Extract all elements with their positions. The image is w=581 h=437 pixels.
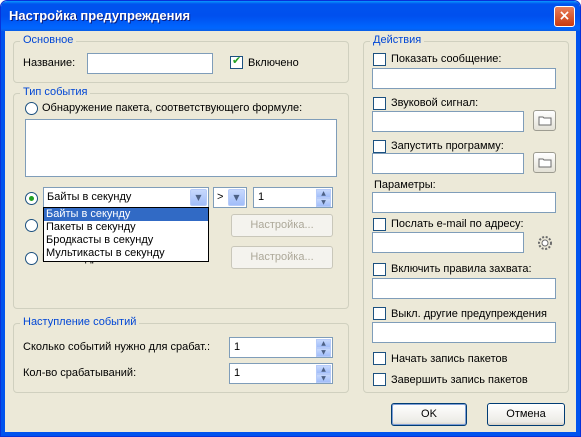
occurrence-group-title: Наступление событий bbox=[20, 316, 140, 328]
cancel-button[interactable]: Отмена bbox=[487, 403, 565, 426]
enable-capture-label: Включить правила захвата: bbox=[391, 263, 532, 275]
disable-alerts-checkbox[interactable] bbox=[373, 307, 386, 320]
spin-up-icon[interactable]: ▲ bbox=[316, 189, 331, 198]
threshold-spinner[interactable]: 1 ▲ ▼ bbox=[253, 187, 333, 208]
new-address-radio[interactable] bbox=[25, 252, 38, 265]
show-message-label: Показать сообщение: bbox=[391, 53, 502, 65]
spin-up-icon[interactable]: ▲ bbox=[316, 339, 331, 348]
event-type-group-title: Тип события bbox=[20, 86, 91, 98]
spin-down-icon[interactable]: ▼ bbox=[316, 348, 331, 357]
window-border-bottom bbox=[1, 432, 580, 436]
title-bar[interactable]: Настройка предупреждения × bbox=[1, 1, 580, 31]
operator-combo[interactable]: > ▼ bbox=[213, 187, 247, 208]
threshold-value: 1 bbox=[258, 191, 265, 203]
sound-browse-button[interactable] bbox=[533, 110, 556, 131]
start-capture-label: Начать запись пакетов bbox=[391, 353, 508, 365]
rate-radio[interactable] bbox=[25, 192, 38, 205]
chevron-down-icon[interactable]: ▼ bbox=[190, 189, 207, 206]
ok-button[interactable]: OK bbox=[391, 403, 467, 426]
run-program-label: Запустить программу: bbox=[391, 140, 504, 152]
chevron-down-icon[interactable]: ▼ bbox=[228, 189, 245, 206]
rate-type-value: Байты в секунду bbox=[47, 191, 132, 203]
window-title: Настройка предупреждения bbox=[9, 8, 191, 23]
name-input[interactable] bbox=[87, 53, 213, 74]
basic-group-title: Основное bbox=[20, 34, 77, 46]
show-message-input[interactable] bbox=[372, 68, 556, 89]
folder-icon bbox=[538, 116, 551, 126]
email-input[interactable] bbox=[372, 232, 524, 253]
rate-type-combo[interactable]: Байты в секунду ▼ bbox=[43, 187, 209, 208]
formula-radio-label: Обнаружение пакета, соответствующего фор… bbox=[42, 102, 303, 114]
trigger-count-spinner[interactable]: 1 ▲ ▼ bbox=[229, 363, 333, 384]
sound-label: Звуковой сигнал: bbox=[391, 97, 479, 109]
formula-radio[interactable] bbox=[25, 102, 38, 115]
spin-down-icon[interactable]: ▼ bbox=[316, 374, 331, 383]
params-label: Параметры: bbox=[374, 179, 436, 191]
enable-capture-checkbox[interactable] bbox=[373, 263, 386, 276]
actions-group-title: Действия bbox=[370, 34, 425, 46]
alert-settings-dialog: Настройка предупреждения × Основное Назв… bbox=[0, 0, 581, 437]
settings-button-1[interactable]: Настройка... bbox=[231, 214, 333, 237]
send-email-checkbox[interactable] bbox=[373, 218, 386, 231]
window-border-left bbox=[1, 31, 5, 436]
close-button[interactable]: × bbox=[554, 6, 575, 27]
disable-alerts-label: Выкл. другие предупреждения bbox=[391, 308, 547, 320]
params-input[interactable] bbox=[372, 192, 556, 213]
rate-type-dropdown[interactable]: Байты в секунду Пакеты в секунду Бродкас… bbox=[43, 207, 209, 262]
program-path-input[interactable] bbox=[372, 153, 524, 174]
dropdown-option[interactable]: Бродкасты в секунду bbox=[44, 234, 208, 247]
operator-value: > bbox=[217, 191, 224, 203]
show-message-checkbox[interactable] bbox=[373, 53, 386, 66]
program-browse-button[interactable] bbox=[533, 152, 556, 173]
disable-alerts-input[interactable] bbox=[372, 322, 556, 343]
settings-button-2[interactable]: Настройка... bbox=[231, 246, 333, 269]
events-needed-value: 1 bbox=[234, 341, 241, 353]
trigger-count-value: 1 bbox=[234, 367, 241, 379]
start-capture-checkbox[interactable] bbox=[373, 352, 386, 365]
spin-up-icon[interactable]: ▲ bbox=[316, 365, 331, 374]
window-border-right bbox=[576, 31, 580, 436]
formula-textarea[interactable] bbox=[25, 119, 337, 177]
events-needed-spinner[interactable]: 1 ▲ ▼ bbox=[229, 337, 333, 358]
email-settings-button[interactable] bbox=[533, 230, 556, 251]
stop-capture-label: Завершить запись пакетов bbox=[391, 374, 528, 386]
folder-icon bbox=[538, 158, 551, 168]
enabled-label: Включено bbox=[248, 57, 299, 69]
gear-icon bbox=[537, 236, 552, 250]
capture-rules-input[interactable] bbox=[372, 278, 556, 299]
send-email-label: Послать e-mail по адресу: bbox=[391, 218, 524, 230]
sound-input[interactable] bbox=[372, 111, 524, 132]
dropdown-option[interactable]: Байты в секунду bbox=[44, 208, 208, 221]
spin-down-icon[interactable]: ▼ bbox=[316, 198, 331, 207]
name-label: Название: bbox=[23, 57, 76, 69]
trigger-count-label: Кол-во срабатываний: bbox=[23, 367, 137, 379]
dropdown-option[interactable]: Мультикасты в секунду bbox=[44, 247, 208, 260]
sound-checkbox[interactable] bbox=[373, 97, 386, 110]
enabled-checkbox[interactable] bbox=[230, 54, 243, 69]
stop-capture-checkbox[interactable] bbox=[373, 373, 386, 386]
packet-rate-radio[interactable] bbox=[25, 219, 38, 232]
events-needed-label: Сколько событий нужно для срабат.: bbox=[23, 341, 211, 353]
run-program-checkbox[interactable] bbox=[373, 140, 386, 153]
dropdown-option[interactable]: Пакеты в секунду bbox=[44, 221, 208, 234]
